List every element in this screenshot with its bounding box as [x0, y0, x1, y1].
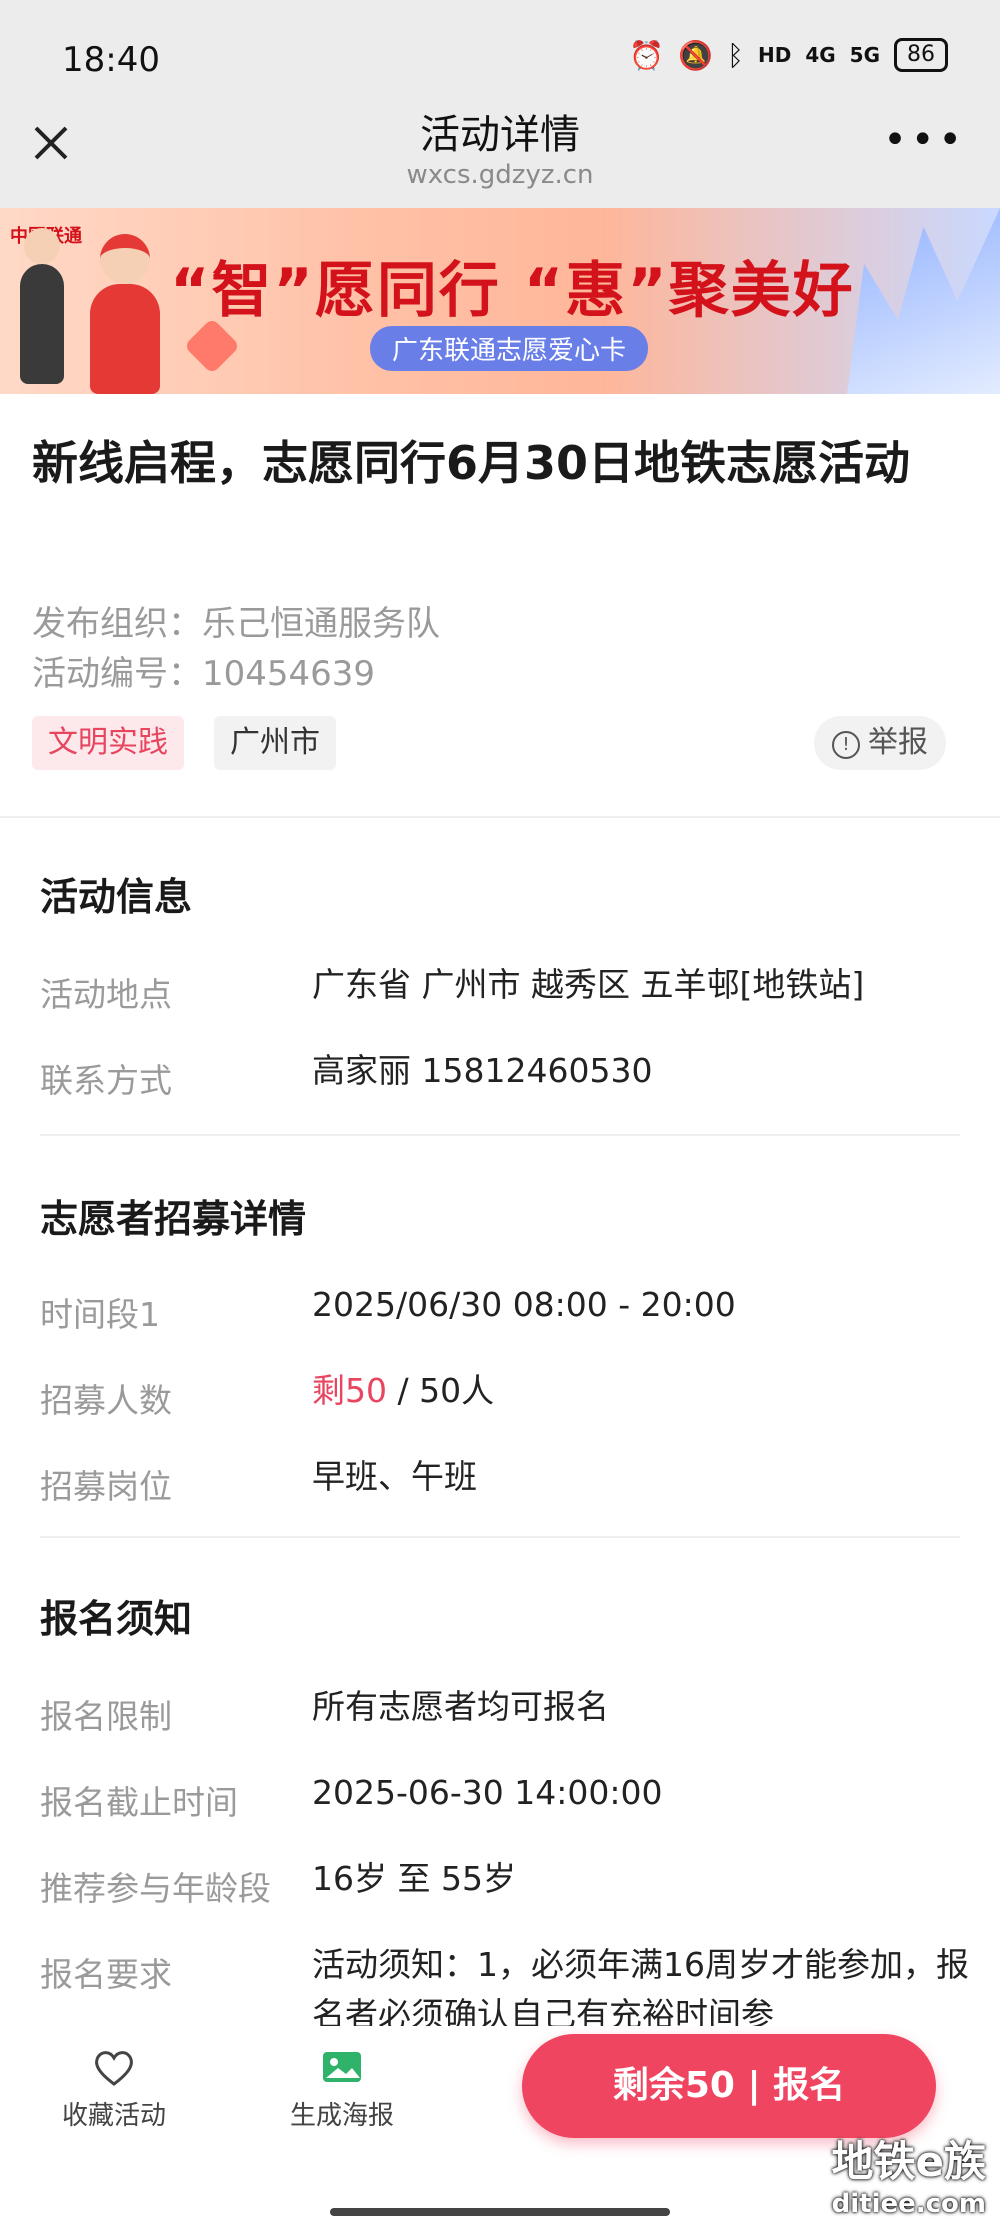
status-icons: ⏰ 🔕 ᛒ HD 4G 5G 86	[629, 38, 948, 72]
id-line: 活动编号：10454639	[32, 646, 375, 695]
tag-city: 广州市	[214, 716, 336, 770]
location-label: 活动地点	[40, 975, 172, 1014]
mute-icon: 🔕	[678, 38, 714, 72]
age-label: 推荐参与年龄段	[40, 1869, 271, 1908]
nav-bar: 活动详情 wxcs.gdzyz.cn •••	[0, 90, 1000, 208]
watermark-url: ditiee.com	[831, 2189, 986, 2219]
hd-icon: HD	[757, 43, 792, 67]
post-value: 早班、午班	[312, 1457, 477, 1496]
promo-banner[interactable]: 中国联通 “智”愿同行 “惠”聚美好 广东联通志愿爱心卡	[0, 208, 1000, 394]
status-time: 18:40	[62, 40, 160, 80]
page-title: 活动详情	[420, 112, 580, 158]
post-label: 招募岗位	[40, 1467, 172, 1506]
activity-title: 新线启程，志愿同行6月30日地铁志愿活动	[32, 436, 911, 490]
signal-5g-icon: 5G	[849, 43, 880, 67]
deadline-label: 报名截止时间	[40, 1783, 238, 1822]
location-value[interactable]: 广东省 广州市 越秀区 五羊邨[地铁站]	[312, 960, 972, 1010]
signup-button[interactable]: 剩余50 | 报名	[522, 2034, 936, 2138]
id-value: 10454639	[202, 654, 376, 694]
contact-value[interactable]: 高家丽 15812460530	[312, 1046, 972, 1096]
more-button[interactable]: •••	[883, 120, 966, 160]
limit-value: 所有志愿者均可报名	[312, 1687, 609, 1726]
contact-label: 联系方式	[40, 1061, 172, 1100]
divider	[40, 1134, 960, 1136]
image-icon	[323, 2052, 361, 2082]
section-title-notice: 报名须知	[40, 1597, 193, 1641]
bluetooth-icon: ᛒ	[727, 38, 744, 72]
count-remaining: 剩50	[312, 1371, 387, 1410]
requirement-label: 报名要求	[40, 1955, 172, 1994]
divider	[0, 816, 1000, 818]
page-url: wxcs.gdzyz.cn	[406, 160, 594, 190]
org-line: 发布组织：乐己恒通服务队	[32, 596, 440, 645]
watermark-title: 地铁e族	[831, 2137, 987, 2186]
alarm-icon: ⏰	[629, 38, 665, 72]
favorite-label: 收藏活动	[61, 2101, 166, 2131]
volunteer-figure-icon	[90, 234, 160, 394]
info-icon: !	[832, 731, 860, 759]
divider	[40, 1536, 960, 1538]
banner-subtitle: 广东联通志愿爱心卡	[370, 326, 649, 371]
banner-slogan: “智”愿同行 “惠”聚美好	[170, 256, 855, 326]
period-label: 时间段1	[40, 1295, 160, 1334]
age-value: 16岁 至 55岁	[312, 1859, 516, 1898]
count-value: 剩50 / 50人	[312, 1366, 972, 1416]
section-title-info: 活动信息	[40, 875, 193, 919]
requirement-value: 活动须知：1，必须年满16周岁才能参加，报名者必须确认自己有充裕时间参	[312, 1945, 969, 2026]
home-indicator[interactable]	[330, 2208, 670, 2216]
count-label: 招募人数	[40, 1381, 172, 1420]
org-label: 发布组织：	[32, 604, 202, 644]
limit-label: 报名限制	[40, 1697, 172, 1736]
poster-button[interactable]: 生成海报	[282, 2048, 402, 2132]
section-title-recruit: 志愿者招募详情	[40, 1197, 307, 1241]
poster-label: 生成海报	[289, 2101, 394, 2131]
deadline-value: 2025-06-30 14:00:00	[312, 1773, 663, 1812]
report-label: 举报	[868, 725, 928, 760]
heart-outline-icon	[95, 2051, 133, 2086]
favorite-button[interactable]: 收藏活动	[54, 2048, 174, 2132]
count-total: / 50人	[387, 1371, 495, 1410]
volunteer-figure-icon	[20, 228, 64, 384]
tag-civilization: 文明实践	[32, 716, 184, 770]
signal-4g-icon: 4G	[805, 43, 836, 67]
more-icon: •••	[883, 117, 966, 163]
battery-icon: 86	[894, 38, 948, 72]
org-value: 乐己恒通服务队	[202, 604, 440, 644]
city-skyline-icon	[847, 208, 1000, 394]
period-value: 2025/06/30 08:00 - 20:00	[312, 1285, 736, 1324]
id-label: 活动编号：	[32, 654, 202, 694]
report-button[interactable]: ! 举报	[814, 716, 946, 770]
watermark: 地铁e族 ditiee.com	[832, 2128, 987, 2219]
